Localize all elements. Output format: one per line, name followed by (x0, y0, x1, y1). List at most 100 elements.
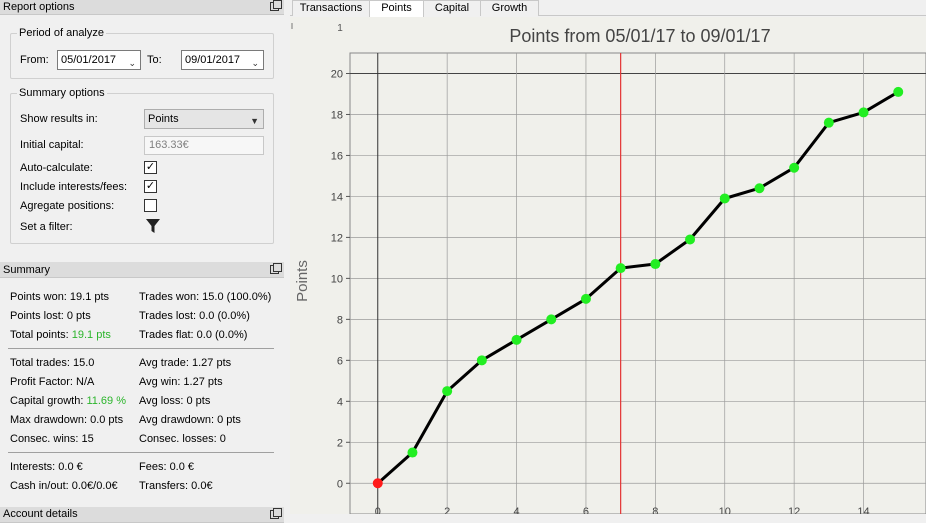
points-chart: 0 2 4 6 8 10 12 14 16 18 20 0 2 4 6 8 10 12 14 1 Points from… (291, 23, 926, 518)
from-date-value: 05/01/2017 (61, 54, 117, 66)
y-tick-label: 10 (331, 273, 343, 285)
report-options-titlebar: Report options (0, 0, 284, 15)
initial-capital-value: 163.33€ (149, 139, 189, 151)
show-results-select[interactable]: Points ▼ (144, 109, 264, 129)
x-tick-label: 10 (719, 506, 731, 514)
x-tick-label: 0 (375, 506, 381, 514)
data-point (580, 293, 591, 304)
aggregate-positions-checkbox[interactable] (144, 199, 157, 212)
tab-bar: Transactions Points Capital Growth (290, 0, 926, 17)
to-date-picker[interactable]: 09/01/2017 ⌄ (181, 50, 264, 70)
initial-capital-field[interactable]: 163.33€ (144, 136, 264, 155)
tab-growth[interactable]: Growth (480, 0, 539, 16)
y-tick-label: 8 (337, 314, 343, 326)
data-point (546, 314, 557, 325)
data-point (823, 117, 834, 128)
include-interests-label: Include interests/fees: (20, 181, 128, 193)
data-point (685, 234, 696, 245)
x-tick-label: 8 (652, 506, 658, 514)
x-tick-label: 4 (513, 506, 519, 514)
y-tick-label: 2 (337, 437, 343, 449)
max-drawdown: Max drawdown: 0.0 pts (10, 414, 124, 426)
data-point (442, 386, 453, 397)
to-label: To: (147, 54, 162, 66)
total-trades: Total trades: 15.0 (10, 357, 95, 369)
from-label: From: (20, 54, 49, 66)
consec-wins: Consec. wins: 15 (10, 433, 94, 445)
tab-label: Points (381, 2, 412, 14)
period-group-title: Period of analyze (17, 27, 106, 39)
trades-won: Trades won: 15.0 (100.0%) (139, 291, 272, 303)
total-points-value: 19.1 pts (71, 329, 111, 341)
initial-capital-label: Initial capital: (20, 139, 84, 151)
plot-frame (349, 52, 926, 515)
y-tick-label: 0 (337, 478, 343, 490)
auto-calculate-checkbox[interactable]: ✓ (144, 161, 157, 174)
set-filter-label: Set a filter: (20, 221, 73, 233)
filter-icon[interactable] (146, 218, 160, 234)
transfers: Transfers: 0.0€ (139, 480, 213, 492)
corner-tick-label: 1 (337, 23, 343, 34)
capital-growth-label: Capital growth: (10, 395, 84, 407)
tab-capital[interactable]: Capital (423, 0, 481, 16)
summary-titlebar: Summary (0, 262, 284, 278)
chevron-down-icon: ⌄ (128, 58, 136, 68)
data-point (476, 355, 487, 366)
aggregate-positions-label: Agregate positions: (20, 200, 115, 212)
y-tick-label: 4 (337, 396, 343, 408)
caret-down-icon: ▼ (250, 116, 259, 126)
include-interests-checkbox[interactable]: ✓ (144, 180, 157, 193)
x-tick-label: 6 (583, 506, 589, 514)
undock-icon[interactable] (270, 263, 282, 274)
undock-icon[interactable] (270, 508, 282, 519)
consec-losses: Consec. losses: 0 (139, 433, 226, 445)
y-tick-label: 12 (331, 232, 343, 244)
points-won: Points won: 19.1 pts (10, 291, 110, 303)
points-lost: Points lost: 0 pts (10, 310, 91, 322)
account-details-title: Account details (3, 508, 78, 520)
report-options-panel: Report options Period of analyze From: 0… (0, 0, 284, 523)
data-point (615, 263, 626, 274)
y-tick-label: 18 (331, 109, 343, 121)
y-tick-label: 20 (331, 68, 343, 80)
summary-options-title: Summary options (17, 87, 107, 99)
from-date-picker[interactable]: 05/01/2017 ⌄ (57, 50, 141, 70)
avg-loss: Avg loss: 0 pts (139, 395, 211, 407)
report-options-title: Report options (3, 1, 75, 13)
summary-title: Summary (3, 264, 51, 276)
show-results-value: Points (148, 113, 179, 125)
to-date-value: 09/01/2017 (185, 54, 241, 66)
data-point (511, 334, 522, 345)
data-point (858, 107, 869, 118)
tab-points[interactable]: Points (369, 0, 424, 17)
points-chart-area: 0 2 4 6 8 10 12 14 16 18 20 0 2 4 6 8 10 12 14 1 Points from… (290, 17, 926, 518)
x-tick-label: 2 (444, 506, 450, 514)
x-tick-label: 12 (788, 506, 800, 514)
chart-title: Points from 05/01/17 to 09/01/17 (509, 26, 770, 46)
tab-label: Growth (491, 2, 528, 14)
data-point (407, 447, 418, 458)
avg-win: Avg win: 1.27 pts (139, 376, 223, 388)
trades-flat: Trades flat: 0.0 (0.0%) (139, 329, 248, 341)
account-details-titlebar[interactable]: Account details (0, 507, 284, 523)
total-points-label: Total points: (10, 329, 69, 341)
tab-transactions[interactable]: Transactions (292, 0, 370, 16)
avg-drawdown: Avg drawdown: 0 pts (139, 414, 241, 426)
data-point (893, 86, 904, 97)
profit-factor: Profit Factor: N/A (10, 376, 95, 388)
fees: Fees: 0.0 € (139, 461, 195, 473)
data-point (650, 259, 661, 270)
y-axis-label: Points (294, 260, 311, 302)
trades-lost: Trades lost: 0.0 (0.0%) (139, 310, 250, 322)
y-tick-label: 6 (337, 355, 343, 367)
divider (8, 348, 274, 349)
undock-icon[interactable] (270, 0, 282, 11)
divider (8, 452, 274, 453)
data-point (789, 162, 800, 173)
total-points: Total points: 19.1 pts (10, 329, 111, 341)
tab-label: Capital (434, 2, 470, 14)
auto-calculate-label: Auto-calculate: (20, 162, 93, 174)
y-tick-label: 16 (331, 150, 343, 162)
capital-growth-value: 11.69 % (86, 395, 126, 407)
x-tick-label: 14 (857, 506, 869, 514)
